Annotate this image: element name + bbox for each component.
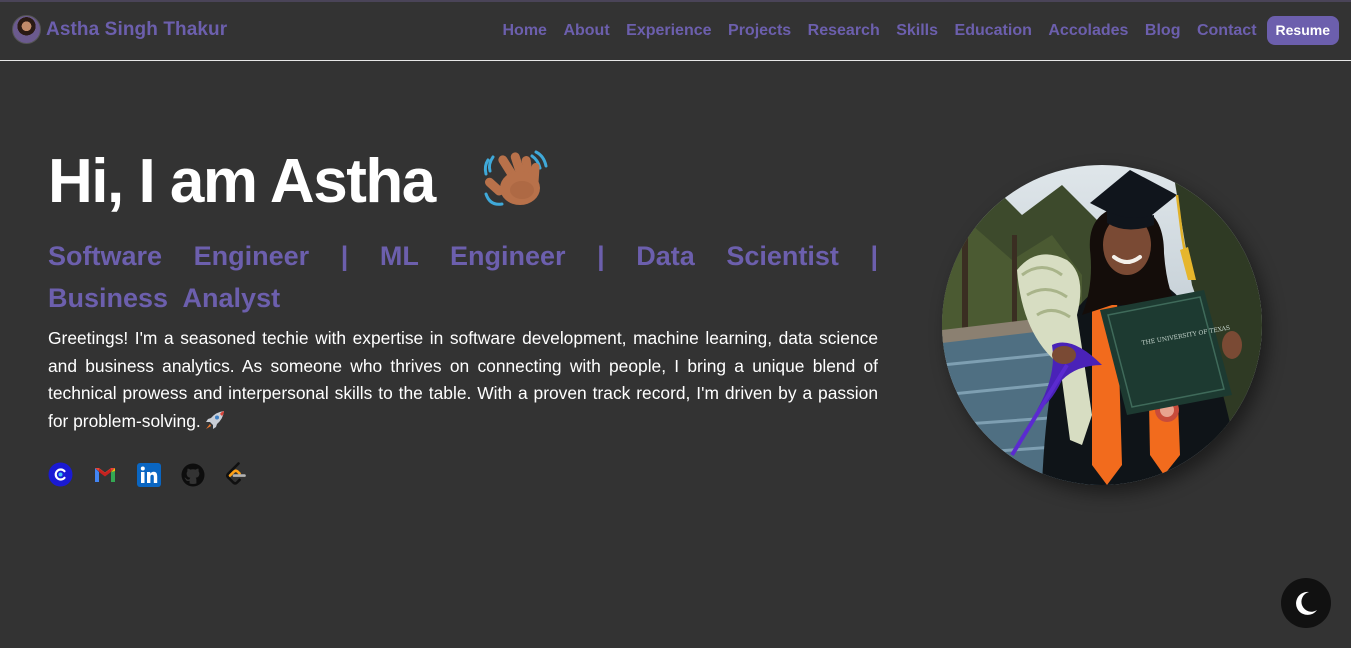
moon-icon: [1296, 591, 1317, 615]
github-icon[interactable]: [180, 462, 205, 487]
rocket-icon: [205, 410, 224, 429]
nav-item-experience[interactable]: Experience: [626, 22, 711, 40]
nav-item-blog[interactable]: Blog: [1145, 22, 1181, 40]
brand[interactable]: Astha Singh Thakur: [12, 15, 227, 44]
nav-item-skills[interactable]: Skills: [896, 22, 938, 40]
nav-item-education[interactable]: Education: [955, 22, 1032, 40]
social-links: [48, 462, 268, 487]
hero-subtitle: Software Engineer | ML Engineer | Data S…: [48, 241, 878, 313]
nav-item-home[interactable]: Home: [502, 22, 546, 40]
avatar: [12, 15, 41, 44]
gmail-icon[interactable]: [92, 462, 117, 487]
resume-button[interactable]: Resume: [1266, 16, 1339, 45]
leetcode-icon[interactable]: [224, 462, 249, 487]
hero-bio-text: Greetings! I'm a seasoned techie with ex…: [48, 328, 878, 431]
linkedin-icon[interactable]: [136, 462, 161, 487]
site-header: Astha Singh Thakur Home About Experience…: [0, 2, 1351, 61]
nav-item-research[interactable]: Research: [808, 22, 880, 40]
profile-photo: THE UNIVERSITY OF TEXAS: [942, 165, 1262, 485]
nav-item-accolades[interactable]: Accolades: [1048, 22, 1128, 40]
hero-title: Hi, I am Astha: [48, 147, 436, 216]
nav-item-projects[interactable]: Projects: [728, 22, 791, 40]
brand-name[interactable]: Astha Singh Thakur: [46, 19, 227, 41]
main-nav: Home About Experience Projects Research …: [486, 16, 1339, 45]
nav-item-about[interactable]: About: [563, 22, 609, 40]
hero-bio: Greetings! I'm a seasoned techie with ex…: [48, 325, 878, 435]
dark-mode-toggle[interactable]: [1281, 578, 1331, 628]
waving-hand-icon: [483, 150, 548, 206]
calendly-icon[interactable]: [48, 462, 73, 487]
nav-item-contact[interactable]: Contact: [1197, 22, 1257, 40]
